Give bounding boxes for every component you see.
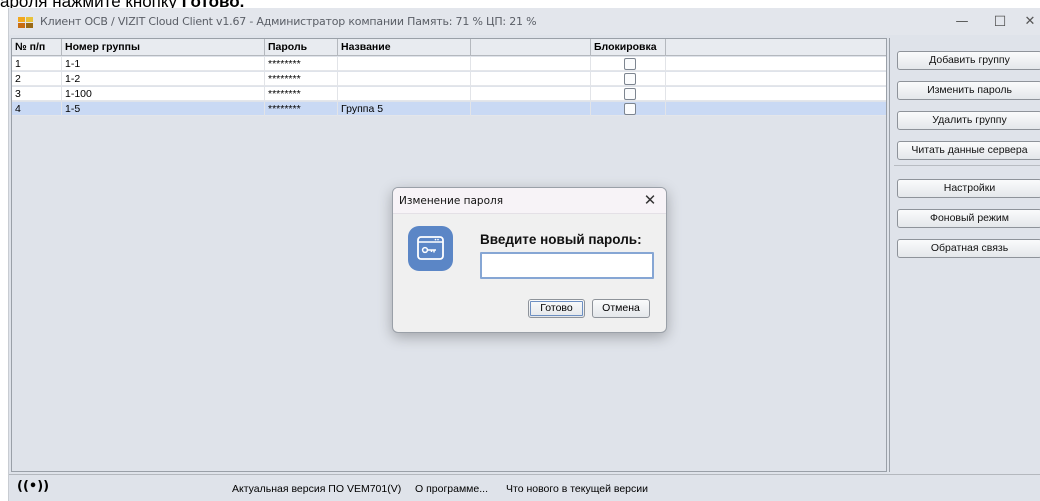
cell-empty [471,72,591,86]
cell-password: ******** [265,102,338,116]
new-password-input[interactable] [480,252,654,279]
close-window-button[interactable]: ✕ [1019,10,1040,34]
lock-checkbox[interactable] [624,103,636,115]
dialog-prompt: Введите новый пароль: [480,232,642,247]
change-password-button[interactable]: Изменить пароль [897,81,1040,100]
cell-group: 1-100 [62,87,265,101]
cell-group: 1-2 [62,72,265,86]
cell-number: 3 [12,87,62,101]
cell-number: 4 [12,102,62,116]
background-mode-button[interactable]: Фоновый режим [897,209,1040,228]
table-row[interactable]: 1 1-1 ******** [12,57,886,71]
cell-group: 1-1 [62,57,265,71]
status-bar: ((•)) Актуальная версия ПО VEM701(V) О п… [9,474,1040,501]
action-panel: Добавить группу Изменить пароль Удалить … [889,38,1040,472]
lock-checkbox[interactable] [624,58,636,70]
maximize-button[interactable]: ☐ [977,10,1023,34]
column-header-password[interactable]: Пароль [265,39,338,56]
table-row[interactable]: 3 1-100 ******** [12,87,886,101]
feedback-button[interactable]: Обратная связь [897,239,1040,258]
cell-password: ******** [265,57,338,71]
title-bar: Клиент ОСВ / VIZIT Cloud Client v1.67 - … [9,8,1040,35]
column-header-group[interactable]: Номер группы [62,39,265,56]
column-header-number[interactable]: № п/п [12,39,62,56]
dialog-title-bar: Изменение пароля ✕ [393,188,666,214]
dialog-close-button[interactable]: ✕ [640,190,660,210]
cell-password: ******** [265,72,338,86]
column-header-name[interactable]: Название [338,39,471,56]
table-header: № п/п Номер группы Пароль Название Блоки… [12,39,886,56]
settings-button[interactable]: Настройки [897,179,1040,198]
ok-button[interactable]: Готово [528,299,585,318]
cell-empty [471,102,591,116]
lock-checkbox[interactable] [624,88,636,100]
table-row-selected[interactable]: 4 1-5 ******** Группа 5 [12,102,886,116]
cell-name [338,87,471,101]
panel-divider [894,165,1040,166]
about-link[interactable]: О программе... [415,483,488,495]
cell-name [338,57,471,71]
cancel-button[interactable]: Отмена [592,299,650,318]
cell-password: ******** [265,87,338,101]
column-header-lock[interactable]: Блокировка [591,39,666,56]
cell-name [338,72,471,86]
cell-group: 1-5 [62,102,265,116]
change-password-dialog: Изменение пароля ✕ Введите новый пароль:… [392,187,667,333]
read-server-data-button[interactable]: Читать данные сервера [897,141,1040,160]
cell-number: 2 [12,72,62,86]
window-title: Клиент ОСВ / VIZIT Cloud Client v1.67 - … [40,15,537,28]
whats-new-link[interactable]: Что нового в текущей версии [506,483,648,495]
column-header-extra[interactable] [666,39,886,56]
lock-checkbox[interactable] [624,73,636,85]
cell-empty [471,87,591,101]
key-window-icon [408,226,453,271]
app-logo-icon [18,17,34,29]
delete-group-button[interactable]: Удалить группу [897,111,1040,130]
cell-name: Группа 5 [338,102,471,116]
actual-version-link[interactable]: Актуальная версия ПО VEM701(V) [232,483,401,495]
dialog-title: Изменение пароля [399,195,504,207]
cell-number: 1 [12,57,62,71]
connection-signal-icon: ((•)) [17,479,50,494]
add-group-button[interactable]: Добавить группу [897,51,1040,70]
column-header-empty[interactable] [471,39,591,56]
cell-empty [471,57,591,71]
table-row[interactable]: 2 1-2 ******** [12,72,886,86]
